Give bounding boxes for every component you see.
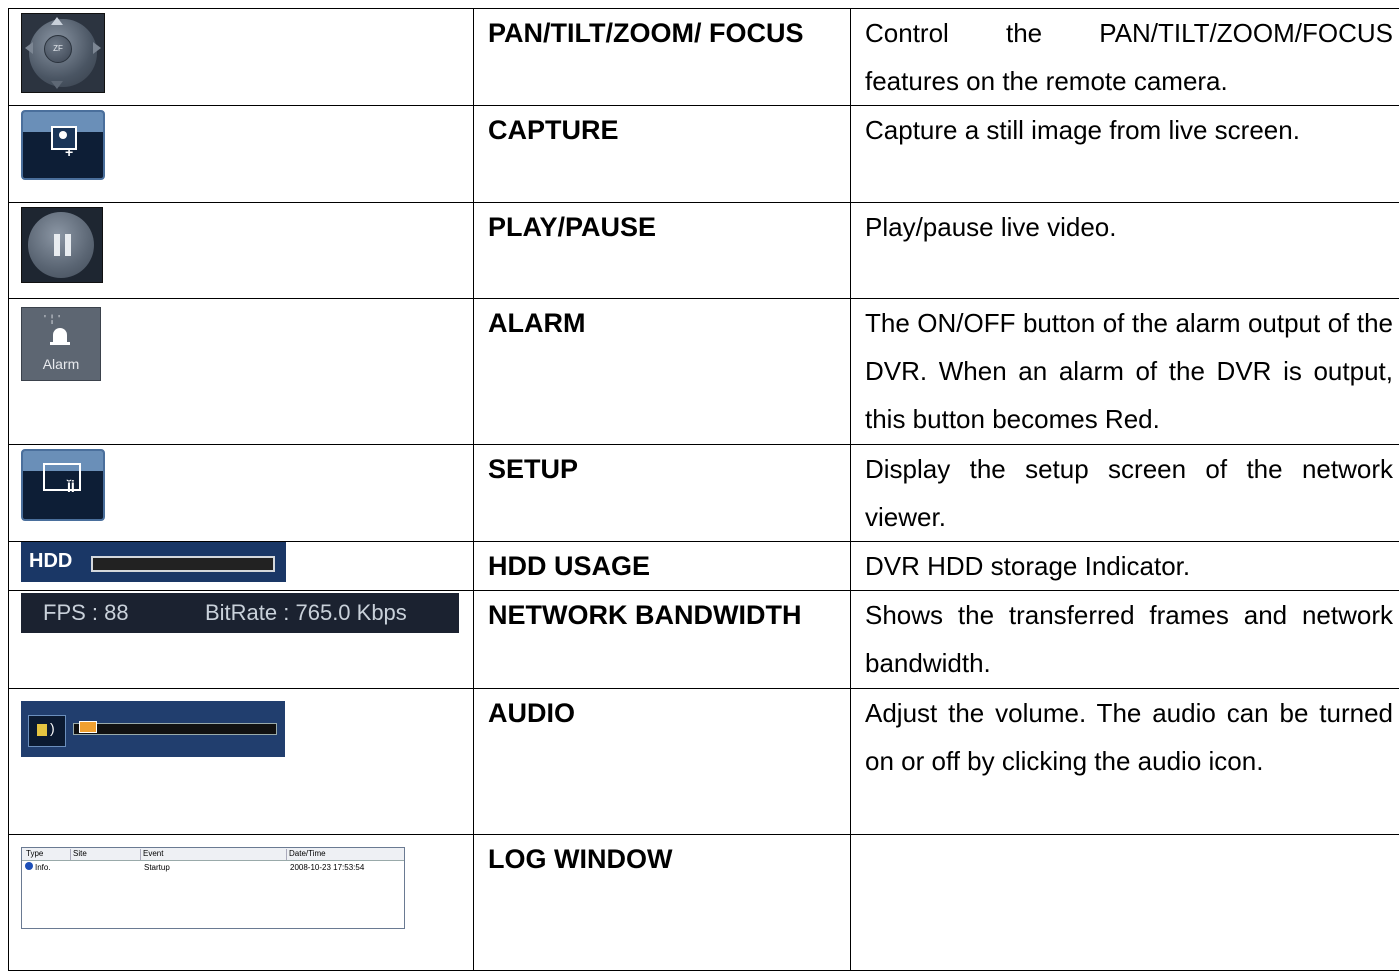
- table-row: + CAPTURE Capture a still image from liv…: [8, 105, 1399, 203]
- capture-icon[interactable]: +: [21, 110, 105, 180]
- feature-description: Play/pause live video.: [865, 212, 1117, 242]
- feature-description: Adjust the volume. The audio can be turn…: [865, 698, 1393, 776]
- pan-up-icon: [51, 17, 63, 25]
- bitrate-readout: BitRate : 765.0 Kbps: [205, 600, 407, 625]
- pan-left-icon: [25, 42, 33, 54]
- table-row: Ĭİ SETUP Display the setup screen of the…: [8, 444, 1399, 542]
- feature-description: Control the PAN/TILT/ZOOM/FOCUS features…: [865, 18, 1393, 96]
- alarm-icon[interactable]: ' ¦ ' Alarm: [21, 307, 101, 381]
- table-row: ZF PAN/TILT/ZOOM/ FOCUS Control the PAN/…: [8, 8, 1399, 106]
- siren-icon: [53, 328, 67, 342]
- table-row: ) AUDIO Adjust the volume. The audio can…: [8, 688, 1399, 835]
- pause-icon[interactable]: [21, 207, 103, 283]
- volume-handle[interactable]: [79, 721, 97, 733]
- hdd-label: HDD: [29, 550, 73, 572]
- network-bandwidth-icon: FPS : 88 BitRate : 765.0 Kbps: [21, 593, 459, 633]
- volume-slider[interactable]: [73, 723, 277, 735]
- audio-icon: ): [21, 701, 285, 757]
- feature-description: Display the setup screen of the network …: [865, 454, 1393, 532]
- pan-down-icon: [51, 81, 63, 89]
- hdd-usage-bar: [91, 556, 275, 572]
- table-row: PLAY/PAUSE Play/pause live video.: [8, 202, 1399, 299]
- alarm-label: Alarm: [42, 356, 80, 372]
- pan-right-icon: [93, 42, 101, 54]
- feature-description: Shows the transferred frames and network…: [865, 600, 1393, 678]
- hdd-usage-icon: HDD: [21, 542, 286, 582]
- setup-icon[interactable]: Ĭİ: [21, 449, 105, 521]
- table-row: FPS : 88 BitRate : 765.0 Kbps NETWORK BA…: [8, 590, 1399, 689]
- feature-name: CAPTURE: [488, 115, 619, 145]
- feature-name: PAN/TILT/ZOOM/ FOCUS: [488, 18, 804, 48]
- feature-description: DVR HDD storage Indicator.: [865, 551, 1191, 581]
- feature-description: The ON/OFF button of the alarm output of…: [865, 308, 1393, 434]
- fps-readout: FPS : 88: [43, 600, 129, 625]
- table-row: ' ¦ ' Alarm ALARM The ON/OFF button of t…: [8, 298, 1399, 445]
- zoom-focus-label: ZF: [44, 35, 72, 63]
- icon-cell: ZF: [8, 8, 474, 106]
- ptz-control-icon[interactable]: ZF: [21, 13, 105, 93]
- feature-name: LOG WINDOW: [488, 844, 673, 874]
- table-row: Type Site Event Date/Time Info. Startup …: [8, 834, 1399, 971]
- feature-name: ALARM: [488, 308, 586, 338]
- tools-icon: Ĭİ: [67, 479, 75, 495]
- feature-description: Capture a still image from live screen.: [865, 115, 1300, 145]
- info-icon: [25, 862, 33, 870]
- log-window-icon: Type Site Event Date/Time Info. Startup …: [21, 847, 405, 929]
- feature-table: ZF PAN/TILT/ZOOM/ FOCUS Control the PAN/…: [8, 8, 1399, 971]
- feature-name: AUDIO: [488, 698, 575, 728]
- speaker-icon[interactable]: ): [28, 715, 66, 747]
- feature-name: SETUP: [488, 454, 579, 484]
- feature-name: PLAY/PAUSE: [488, 212, 657, 242]
